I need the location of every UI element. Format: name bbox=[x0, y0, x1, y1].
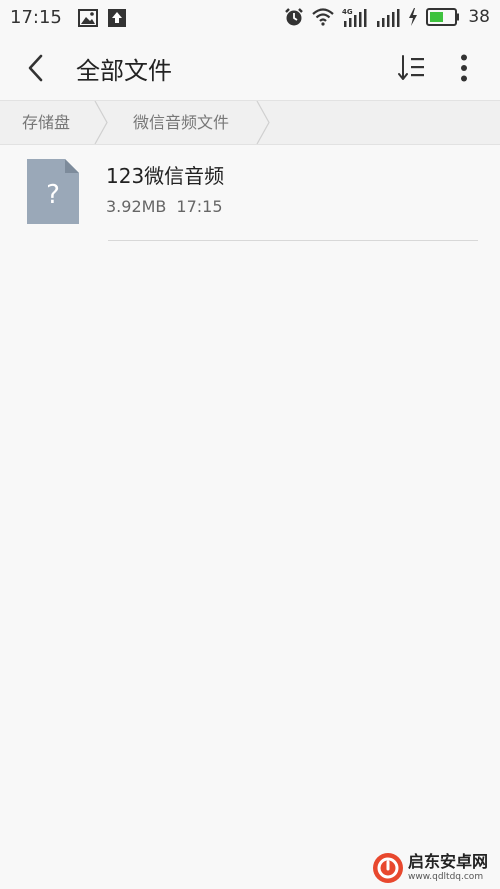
file-size: 3.92MB bbox=[106, 197, 167, 216]
watermark-title: 启东安卓网 bbox=[408, 852, 489, 871]
charging-icon bbox=[408, 8, 418, 26]
image-icon bbox=[77, 8, 98, 27]
svg-text:?: ? bbox=[46, 180, 60, 210]
upload-icon bbox=[107, 8, 126, 27]
chevron-left-icon bbox=[26, 54, 46, 82]
back-button[interactable] bbox=[18, 50, 54, 86]
breadcrumb-item-storage[interactable]: 存储盘 bbox=[22, 101, 70, 144]
alarm-icon bbox=[284, 7, 304, 27]
breadcrumb-item-wechat-audio[interactable]: 微信音频文件 bbox=[133, 101, 229, 144]
signal-4g-icon: 4G bbox=[342, 7, 368, 27]
wifi-icon bbox=[312, 8, 335, 26]
breadcrumb-separator-icon bbox=[92, 100, 110, 145]
file-name: 123微信音频 bbox=[106, 164, 225, 188]
file-list-item[interactable]: ? 123微信音频 3.92MB 17:15 bbox=[0, 144, 500, 242]
watermark-logo-icon bbox=[372, 852, 404, 884]
sort-button[interactable] bbox=[394, 50, 430, 86]
watermark-url: www.qdltdq.com bbox=[408, 872, 484, 882]
breadcrumb-separator-icon bbox=[254, 100, 272, 145]
watermark-text: 启东安卓网 www.qdltdq.com bbox=[408, 854, 488, 882]
sort-list-icon bbox=[398, 55, 426, 81]
more-button[interactable] bbox=[446, 50, 482, 86]
battery-percent: 38 bbox=[468, 7, 490, 27]
file-meta: 3.92MB 17:15 bbox=[106, 197, 223, 216]
status-right: 4G 38 bbox=[284, 7, 490, 27]
signal-icon bbox=[376, 7, 400, 27]
more-vertical-icon bbox=[460, 54, 468, 82]
page-title: 全部文件 bbox=[76, 57, 172, 85]
divider bbox=[108, 240, 478, 241]
battery-icon bbox=[426, 8, 460, 26]
file-time: 17:15 bbox=[176, 197, 223, 216]
status-time: 17:15 bbox=[10, 7, 62, 28]
status-left: 17:15 bbox=[10, 7, 126, 28]
app-bar: 全部文件 bbox=[0, 36, 500, 100]
breadcrumb: 存储盘 微信音频文件 bbox=[0, 100, 500, 145]
watermark: 启东安卓网 www.qdltdq.com bbox=[372, 848, 496, 888]
status-bar: 17:15 4G 38 bbox=[0, 0, 500, 36]
unknown-file-icon: ? bbox=[27, 159, 79, 224]
network-type-label: 4G bbox=[342, 8, 353, 16]
